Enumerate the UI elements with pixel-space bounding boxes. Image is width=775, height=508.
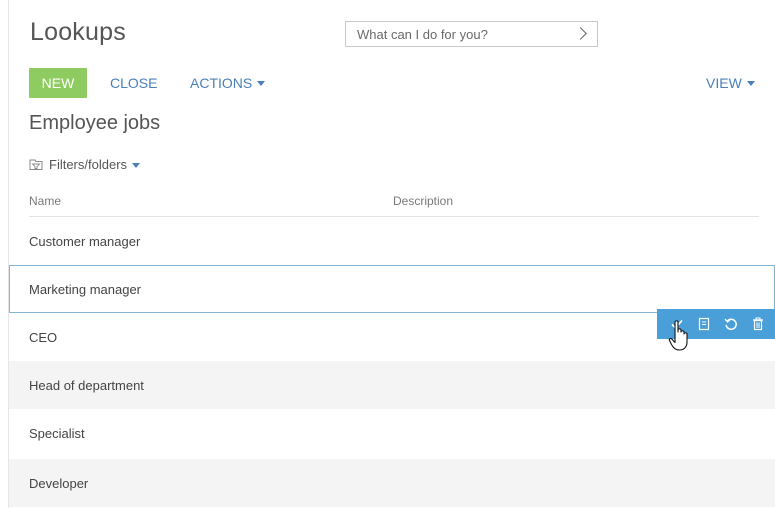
view-label: VIEW — [706, 75, 742, 91]
table-row-selected[interactable]: Marketing manager — [9, 265, 775, 313]
card-icon[interactable] — [694, 313, 713, 335]
section-title: Employee jobs — [29, 112, 161, 134]
delete-icon[interactable] — [748, 313, 767, 335]
table-row[interactable]: Customer manager — [9, 217, 775, 265]
filters-label: Filters/folders — [49, 157, 128, 172]
column-header-name[interactable]: Name — [29, 194, 61, 208]
new-button[interactable]: NEW — [29, 68, 87, 98]
table-row[interactable]: Specialist — [9, 409, 775, 457]
folder-filter-icon — [29, 159, 43, 170]
caret-down-icon — [257, 81, 266, 86]
caret-down-icon — [132, 162, 141, 168]
table-row[interactable]: Head of department — [9, 361, 775, 409]
command-input[interactable] — [346, 22, 566, 46]
filters-folders-button[interactable]: Filters/folders — [29, 157, 141, 172]
row-name: CEO — [29, 329, 58, 345]
page-title: Lookups — [30, 18, 126, 46]
column-header-description[interactable]: Description — [393, 194, 453, 208]
row-name: Marketing manager — [29, 281, 141, 297]
actions-label: ACTIONS — [190, 75, 253, 91]
actions-button[interactable]: ACTIONS — [190, 75, 266, 91]
cancel-icon[interactable] — [721, 313, 740, 335]
close-button[interactable]: CLOSE — [110, 75, 157, 91]
command-line[interactable] — [345, 21, 598, 47]
table-row[interactable]: Developer — [9, 459, 775, 507]
chevron-right-icon[interactable] — [574, 27, 587, 40]
caret-down-icon — [746, 81, 755, 86]
row-name: Customer manager — [29, 233, 141, 249]
row-name: Developer — [29, 475, 89, 491]
row-name: Head of department — [29, 377, 144, 393]
view-button[interactable]: VIEW — [706, 75, 755, 91]
row-name: Specialist — [29, 425, 85, 441]
hand-cursor-icon — [668, 320, 688, 351]
